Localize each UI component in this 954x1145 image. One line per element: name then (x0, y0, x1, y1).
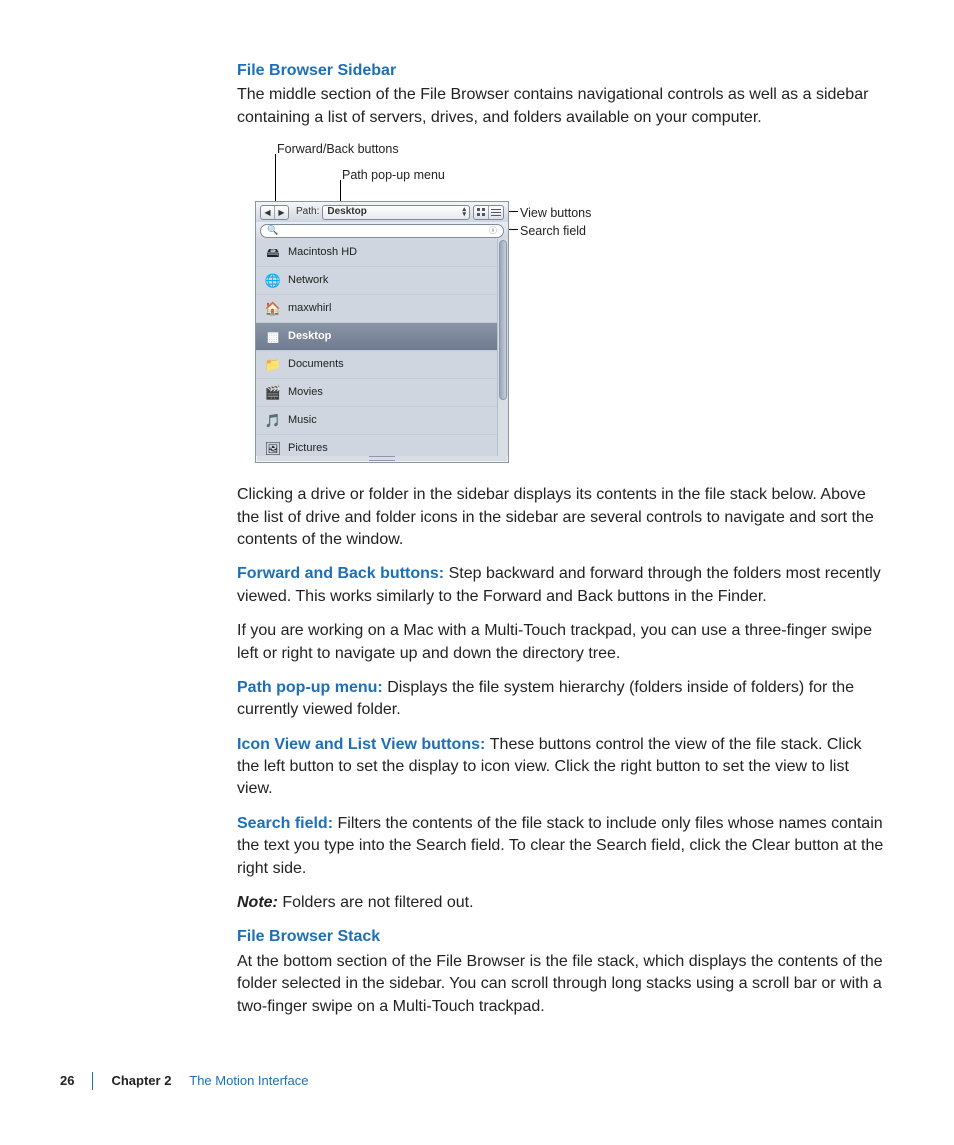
note-text: Folders are not filtered out. (282, 894, 473, 911)
sidebar-item-label: Desktop (288, 329, 331, 344)
search-bar: 🔍 ⓧ (256, 222, 508, 240)
sidebar-item-macintosh-hd[interactable]: 🖴 Macintosh HD (256, 239, 497, 267)
icon-view-button[interactable] (474, 206, 489, 219)
page-number: 26 (60, 1072, 74, 1090)
sidebar-item-label: Documents (288, 357, 344, 372)
documents-icon: 📁 (264, 356, 282, 374)
back-button[interactable]: ◀ (261, 206, 275, 219)
intro-paragraph: The middle section of the File Browser c… (237, 84, 887, 129)
sidebar-item-pictures[interactable]: 🖼 Pictures (256, 435, 497, 456)
callout-view-buttons: View buttons (520, 205, 591, 223)
updown-arrows-icon: ▴▾ (462, 207, 466, 217)
macintosh-hd-icon: 🖴 (264, 244, 282, 262)
sidebar-item-movies[interactable]: 🎬 Movies (256, 379, 497, 407)
note-label: Note: (237, 894, 282, 911)
path-popup-value: Desktop (327, 205, 366, 219)
sidebar-item-desktop[interactable]: ▦ Desktop (256, 323, 497, 351)
sidebar-list: 🖴 Macintosh HD 🌐 Network 🏠 maxwhirl ▦ Desktop 📁 D… (256, 239, 498, 456)
network-icon: 🌐 (264, 272, 282, 290)
callout-search-field: Search field (520, 223, 586, 241)
desktop-icon: ▦ (264, 328, 282, 346)
path-label: Path: (296, 205, 319, 219)
term-search-field: Search field: (237, 815, 337, 832)
sidebar-item-label: Macintosh HD (288, 245, 357, 260)
para-multitouch: If you are working on a Mac with a Multi… (237, 620, 887, 665)
para-search-field: Search field: Filters the contents of th… (237, 813, 887, 880)
toolbar: ◀ ▶ Path: Desktop ▴▾ (256, 202, 508, 223)
file-browser-panel: ◀ ▶ Path: Desktop ▴▾ (255, 201, 509, 463)
search-input[interactable]: 🔍 ⓧ (260, 224, 504, 238)
term-forward-back: Forward and Back buttons: (237, 565, 449, 582)
sidebar-item-label: Network (288, 273, 328, 288)
list-view-button[interactable] (489, 206, 503, 219)
path-popup-menu[interactable]: Desktop ▴▾ (322, 205, 470, 220)
sidebar-item-label: Pictures (288, 441, 328, 456)
nav-buttons[interactable]: ◀ ▶ (260, 205, 289, 220)
section-heading-stack: File Browser Stack (237, 926, 887, 948)
view-buttons[interactable] (473, 205, 504, 220)
scrollbar[interactable] (497, 239, 508, 456)
sidebar-item-network[interactable]: 🌐 Network (256, 267, 497, 295)
music-icon: 🎵 (264, 412, 282, 430)
movies-icon: 🎬 (264, 384, 282, 402)
page-footer: 26 Chapter 2 The Motion Interface (60, 1072, 309, 1090)
resize-grip[interactable] (369, 456, 395, 461)
sidebar-item-label: Music (288, 413, 317, 428)
file-browser-figure: Forward/Back buttons Path pop-up menu Vi… (237, 141, 837, 466)
forward-button[interactable]: ▶ (275, 206, 288, 219)
callout-path-popup: Path pop-up menu (342, 167, 445, 185)
para-note: Note: Folders are not filtered out. (237, 892, 887, 914)
chapter-title: The Motion Interface (189, 1073, 308, 1088)
sidebar-item-documents[interactable]: 📁 Documents (256, 351, 497, 379)
grid-icon (477, 208, 486, 217)
maxwhirl-icon: 🏠 (264, 300, 282, 318)
sidebar-item-label: maxwhirl (288, 301, 331, 316)
section-heading-sidebar: File Browser Sidebar (237, 60, 887, 82)
para-forward-back: Forward and Back buttons: Step backward … (237, 563, 887, 608)
para-stack: At the bottom section of the File Browse… (237, 951, 887, 1018)
sidebar-item-music[interactable]: 🎵 Music (256, 407, 497, 435)
callout-forward-back: Forward/Back buttons (277, 141, 399, 159)
list-icon (491, 208, 501, 217)
term-path-popup: Path pop-up menu: (237, 679, 387, 696)
chapter-label: Chapter 2 (111, 1073, 171, 1088)
sidebar-item-label: Movies (288, 385, 323, 400)
search-icon: 🔍 (267, 224, 278, 237)
para-path-popup: Path pop-up menu: Displays the file syst… (237, 677, 887, 722)
scroll-thumb[interactable] (499, 240, 507, 400)
pictures-icon: 🖼 (264, 440, 282, 457)
term-view-buttons: Icon View and List View buttons: (237, 736, 490, 753)
clear-search-icon[interactable]: ⓧ (489, 225, 497, 236)
para-view-buttons: Icon View and List View buttons: These b… (237, 734, 887, 801)
sidebar-item-maxwhirl[interactable]: 🏠 maxwhirl (256, 295, 497, 323)
paragraph-after-figure: Clicking a drive or folder in the sideba… (237, 484, 887, 551)
